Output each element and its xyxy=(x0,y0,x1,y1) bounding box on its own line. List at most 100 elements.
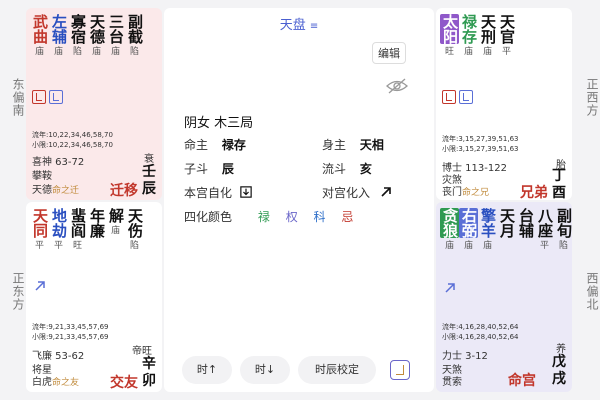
star-item: 八座 平 xyxy=(535,208,554,252)
ben-gong-row: 本宫自化 xyxy=(184,184,252,201)
star-item: 武曲 庙 xyxy=(30,14,49,58)
sihua-ji[interactable]: 忌 xyxy=(341,210,353,224)
star-item: 天官 平 xyxy=(497,14,516,58)
direction-label-right-bottom: 西偏北 xyxy=(585,272,599,311)
stem-branch: 丁酉 xyxy=(552,168,566,200)
star-name: 蜚阎 xyxy=(69,208,87,238)
star-item: 解 庙 xyxy=(106,208,125,252)
star-name: 右弼 xyxy=(459,208,478,238)
sihua-self-icon xyxy=(442,90,456,104)
dui-gong-row: 对宫化入 xyxy=(322,184,392,201)
stem-branch: 戊戌 xyxy=(552,354,566,387)
liunian-text: 流年:4,16,28,40,52,64 xyxy=(442,323,519,331)
star-name: 副截 xyxy=(126,14,144,44)
star-item: 天月 xyxy=(497,208,516,252)
sihua-quan[interactable]: 权 xyxy=(286,210,298,224)
shen-zhu-value: 天相 xyxy=(359,138,384,152)
shen-label: 命之兄 xyxy=(462,188,490,198)
dui-gong-label: 对宫化入 xyxy=(322,186,371,200)
palace-cell-qianyi[interactable]: 武曲 庙 左辅 庙 寡宿 陷 天德 庙 三台 庙 副截 陷 流年:10,22,3… xyxy=(26,8,162,200)
star-brightness: 平 xyxy=(34,241,44,251)
star-brightness: 庙 xyxy=(444,241,454,251)
minor-star-3: 白虎命之友 xyxy=(32,376,79,390)
self-transform-icon xyxy=(240,186,252,198)
star-brightness: 陷 xyxy=(72,47,82,57)
star-item: 台辅 xyxy=(516,208,535,252)
star-list: 贪狼 庙 右弼 庙 擎羊 庙 天月 台辅 八座 平 副旬 陷 xyxy=(440,208,572,252)
direction-label-right-top: 正西方 xyxy=(585,78,599,117)
stem-branch: 壬辰 xyxy=(142,164,156,197)
star-item: 天德 庙 xyxy=(87,14,106,58)
ziwei-chart-page: 东偏南 正东方 正西方 西偏北 武曲 庙 左辅 庙 寡宿 陷 天德 庙 三台 庙… xyxy=(0,0,600,400)
star-name: 八座 xyxy=(536,208,554,238)
star-item: 副截 陷 xyxy=(125,14,144,58)
star-name: 三台 xyxy=(107,14,125,44)
star-name: 天刑 xyxy=(479,14,497,44)
star-brightness: 陷 xyxy=(558,241,568,251)
direction-column-right: 正西方 西偏北 xyxy=(574,0,600,400)
palace-cell-minggong[interactable]: 贪狼 庙 右弼 庙 擎羊 庙 天月 台辅 八座 平 副旬 陷 流年:4,16,2… xyxy=(436,202,572,392)
sihua-self-icon xyxy=(49,90,63,104)
sihua-self-icon xyxy=(32,90,46,104)
center-panel: 天盘 ≡ 编辑 阴女 木三局 命主 禄存 身主 天相 子斗 辰 流斗 亥 本宫自… xyxy=(164,8,434,392)
star-item: 三台 庙 xyxy=(106,14,125,58)
minor-star-1: 喜神 63-72 xyxy=(32,157,85,168)
star-brightness: 陷 xyxy=(129,47,139,57)
minor-star-3-label: 丧门 xyxy=(442,187,462,198)
star-brightness: 庙 xyxy=(34,47,44,57)
zi-dou-value: 辰 xyxy=(221,162,234,176)
palace-name: 迁移 xyxy=(110,183,138,199)
xiaoxian-text: 小限:9,21,33,45,57,69 xyxy=(32,333,109,341)
palace-cell-xiongdi[interactable]: 太阳 旺 禄存 庙 天刑 庙 天官 平 流年:3,15,27,39,51,63 … xyxy=(436,8,572,200)
edit-button[interactable]: 编辑 xyxy=(372,42,406,64)
direction-label-left-bottom: 正东方 xyxy=(11,272,25,311)
star-brightness: 平 xyxy=(53,241,63,251)
arrow-up-right-icon xyxy=(381,187,391,197)
star-list: 太阳 旺 禄存 庙 天刑 庙 天官 平 xyxy=(440,14,516,58)
star-brightness: 庙 xyxy=(53,47,63,57)
star-item: 右弼 庙 xyxy=(459,208,478,252)
sihua-ke[interactable]: 科 xyxy=(314,210,326,224)
sihua-lu[interactable]: 禄 xyxy=(258,210,270,224)
shen-label: 命之友 xyxy=(52,378,80,388)
star-brightness: 庙 xyxy=(463,241,473,251)
palace-name: 兄弟 xyxy=(520,185,548,200)
calibrate-time-button[interactable]: 时辰校定 xyxy=(298,356,376,384)
star-brightness: 陷 xyxy=(129,241,139,251)
time-up-button[interactable]: 时↑ xyxy=(182,356,232,384)
sihua-markers xyxy=(442,90,473,104)
life-phase: 养 xyxy=(556,344,566,355)
life-phase: 衰 xyxy=(144,154,154,165)
zi-dou-label: 子斗 xyxy=(184,162,209,176)
star-brightness: 庙 xyxy=(482,241,492,251)
star-list: 天同 平 地劫 平 蜚阎 旺 年廉 解 庙 天伤 陷 xyxy=(30,208,144,252)
star-brightness: 庙 xyxy=(110,47,120,57)
star-brightness: 旺 xyxy=(444,47,454,57)
chart-title[interactable]: 天盘 ≡ xyxy=(164,14,434,33)
star-item: 禄存 庙 xyxy=(459,14,478,58)
palace-cell-jiaoyou[interactable]: 天同 平 地劫 平 蜚阎 旺 年廉 解 庙 天伤 陷 流年:9,21,33,45… xyxy=(26,202,162,392)
star-item: 贪狼 庙 xyxy=(440,208,459,252)
minor-star-3: 丧门命之兄 xyxy=(442,186,489,200)
star-name: 台辅 xyxy=(517,208,535,238)
minor-star-1: 力士 3-12 xyxy=(442,351,488,362)
sihua-self-icon xyxy=(459,90,473,104)
sihua-colors-row: 四化颜色 禄 权 科 忌 xyxy=(184,208,365,225)
zi-dou-row: 子斗 辰 xyxy=(184,160,234,177)
ben-gong-label: 本宫自化 xyxy=(184,186,233,200)
arrow-up-right-icon xyxy=(35,281,45,291)
star-item: 副旬 陷 xyxy=(554,208,572,252)
time-down-button[interactable]: 时↓ xyxy=(240,356,290,384)
star-item: 地劫 平 xyxy=(49,208,68,252)
star-item: 左辅 庙 xyxy=(49,14,68,58)
eye-hidden-icon[interactable] xyxy=(386,78,408,94)
calendar-icon[interactable] xyxy=(390,360,410,380)
ming-zhu-row: 命主 禄存 xyxy=(184,136,246,153)
stem-branch: 辛卯 xyxy=(142,356,156,389)
ming-zhu-label: 命主 xyxy=(184,138,209,152)
star-item: 天刑 庙 xyxy=(478,14,497,58)
arrow-up-right-icon xyxy=(445,283,455,293)
star-item: 天同 平 xyxy=(30,208,49,252)
minor-star-3-label: 天德 xyxy=(32,185,52,196)
star-name: 副旬 xyxy=(555,208,572,238)
